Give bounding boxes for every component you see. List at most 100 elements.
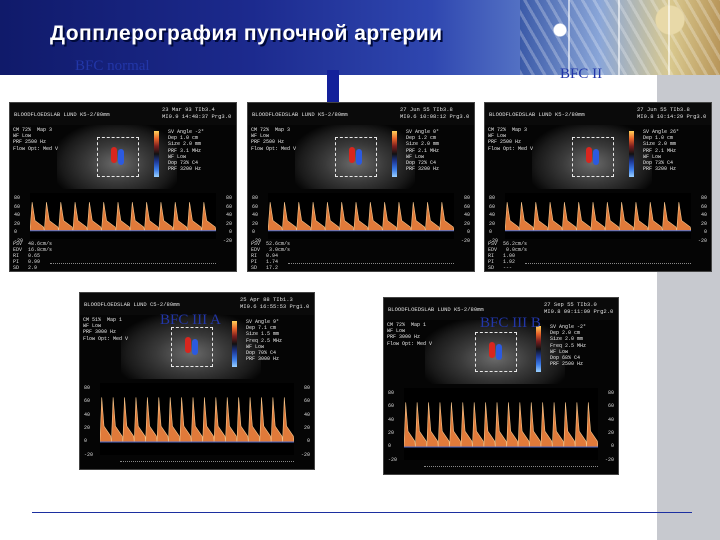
axis-tick-label: 0 bbox=[703, 229, 707, 236]
axis-tick-label: 40 bbox=[463, 212, 470, 219]
axis-tick-label: 20 bbox=[700, 220, 707, 227]
axis-tick-label: 40 bbox=[252, 212, 259, 219]
doppler-settings: SV Angle 26° Dep 1.0 cm Size 2.0 mm PRF … bbox=[643, 129, 680, 173]
waveform-cycle bbox=[426, 402, 439, 448]
axis-tick-label: 60 bbox=[463, 203, 470, 210]
panel-header-left: BLOODFLOEDSLAB LUND K5-2/80mm bbox=[14, 111, 110, 118]
waveform-cycle bbox=[529, 402, 542, 448]
red-flow bbox=[586, 147, 592, 163]
waveform-cycle bbox=[604, 202, 620, 232]
waveform-cycle bbox=[213, 397, 226, 443]
waveform-cycle bbox=[647, 202, 663, 232]
waveform-cycle bbox=[540, 402, 553, 448]
measurements: PSV 48.6cm/s EDV 16.8cm/s RI 0.65 PI 0.9… bbox=[13, 241, 53, 271]
axis-tick-label: 60 bbox=[252, 203, 259, 210]
waveform-cycle bbox=[517, 402, 530, 448]
axis-tick-label: 60 bbox=[489, 203, 496, 210]
waveform-cycle bbox=[586, 402, 599, 448]
axis-tick-label: 40 bbox=[14, 212, 21, 219]
waveform-cycle bbox=[248, 397, 261, 443]
waveform-svg bbox=[267, 202, 455, 232]
waveform-cycle bbox=[190, 397, 204, 443]
axis-tick-label: 40 bbox=[303, 411, 310, 418]
waveform-cycle bbox=[156, 397, 169, 443]
panel-topbar: BLOODFLOEDSLAB LUND K5-2/80mm 27 Jun 55 T… bbox=[485, 103, 711, 125]
axis-tick-label: 0 bbox=[489, 229, 493, 236]
waveform-cycle bbox=[296, 202, 312, 232]
waveform-cycle bbox=[202, 397, 215, 443]
label-bfc-2: BFC II bbox=[560, 66, 603, 82]
doppler-panel-bfc2-a: BLOODFLOEDSLAB LUND K5-2/80mm 27 Jun 55 T… bbox=[247, 102, 475, 272]
axis-tick-label: 60 bbox=[303, 398, 310, 405]
waveform-cycle bbox=[99, 397, 112, 443]
blue-flow bbox=[593, 149, 599, 165]
axis-tick-label: 0 bbox=[252, 229, 256, 236]
axis-tick-label: 0 bbox=[388, 443, 392, 450]
bottom-divider bbox=[32, 512, 692, 513]
waveform-cycle bbox=[382, 202, 398, 232]
waveform-svg bbox=[403, 402, 599, 448]
panel-header-right: 23 Mar 93 TIb3.4 MI0.9 14:48:37 Prg3.0 bbox=[162, 106, 232, 120]
axis-tick-label: 0 bbox=[610, 443, 614, 450]
waveform-svg bbox=[99, 397, 295, 443]
axis-tick-label: 80 bbox=[14, 195, 21, 201]
waveform-cycle bbox=[533, 202, 549, 232]
axis-tick-label: 40 bbox=[388, 416, 395, 423]
waveform-cycle bbox=[267, 202, 283, 232]
label-bfc-3a: BFC III A bbox=[160, 312, 221, 328]
waveform-cycle bbox=[396, 202, 412, 232]
waveform-svg bbox=[504, 202, 692, 232]
waveform-cycle bbox=[282, 397, 295, 443]
axis-tick-label: 20 bbox=[14, 220, 21, 227]
time-axis bbox=[424, 466, 598, 468]
waveform-cycle bbox=[410, 202, 426, 232]
red-flow bbox=[111, 147, 117, 163]
time-axis bbox=[50, 263, 216, 265]
waveform-cycle bbox=[439, 202, 455, 232]
panel-header-right: 27 Jun 55 TIb3.8 MI0.6 10:08:12 Prg3.0 bbox=[400, 106, 470, 120]
axis-tick-label: 20 bbox=[252, 220, 259, 227]
blue-flow bbox=[496, 344, 502, 360]
blue-flow bbox=[118, 149, 124, 165]
blue-flow bbox=[356, 149, 362, 165]
settings-info: CM 72% Map 3 WF Low PRF 2500 Hz Flow Opt… bbox=[13, 127, 59, 152]
axis-tick-label: 20 bbox=[225, 220, 232, 227]
axis-tick-label: -20 bbox=[84, 451, 94, 458]
panel-header-left: BLOODFLOEDSLAB LUND K5-2/80mm bbox=[388, 306, 484, 313]
axis-tick-label: -20 bbox=[300, 451, 310, 458]
waveform-cycle bbox=[179, 397, 192, 443]
waveform-cycle bbox=[86, 202, 102, 232]
axis-tick-label: 0 bbox=[306, 438, 310, 445]
waveform-cycle bbox=[547, 202, 563, 232]
axis-tick-label: 60 bbox=[607, 403, 614, 410]
panel-header-left: BLOODFLOEDSLAB LUND K5-2/80mm bbox=[489, 111, 585, 118]
waveform-cycle bbox=[506, 402, 519, 448]
axis-tick-label: 80 bbox=[303, 385, 310, 391]
panel-header-left: BLOODFLOEDSLAB LUND K5-2/80mm bbox=[252, 111, 348, 118]
waveform-cycle bbox=[437, 402, 450, 448]
waveform-cycle bbox=[403, 402, 416, 448]
doppler-settings: SV Angle -2° Dep 2.0 cm Size 2.0 mm Freq… bbox=[550, 324, 587, 368]
waveform-cycle bbox=[367, 202, 383, 232]
axis-tick-label: 40 bbox=[700, 212, 707, 219]
axis-tick-label: 60 bbox=[388, 403, 395, 410]
waveform-cycle bbox=[144, 202, 160, 232]
waveform-cycle bbox=[518, 202, 534, 232]
axis-tick-label: 80 bbox=[700, 195, 707, 201]
waveform-cycle bbox=[590, 202, 606, 232]
spectral-waveform bbox=[29, 193, 217, 239]
waveform-cycle bbox=[187, 202, 203, 232]
waveform-cycle bbox=[339, 202, 355, 232]
waveform-cycle bbox=[353, 202, 369, 232]
axis-tick-label: 80 bbox=[607, 390, 614, 396]
red-flow bbox=[349, 147, 355, 163]
waveform-cycle bbox=[472, 402, 485, 448]
time-axis bbox=[525, 263, 691, 265]
panel-header-right: 27 Sep 55 TIb3.0 MI0.8 09:11:09 Prg2.0 bbox=[544, 301, 614, 315]
waveform-cycle bbox=[145, 397, 158, 443]
waveform-cycle bbox=[111, 397, 124, 443]
waveform-cycle bbox=[72, 202, 88, 232]
doppler-settings: SV Angle -2° Dep 1.0 cm Size 2.0 mm PRF … bbox=[168, 129, 205, 173]
waveform-cycle bbox=[43, 202, 59, 232]
axis-tick-label: 80 bbox=[225, 195, 232, 201]
